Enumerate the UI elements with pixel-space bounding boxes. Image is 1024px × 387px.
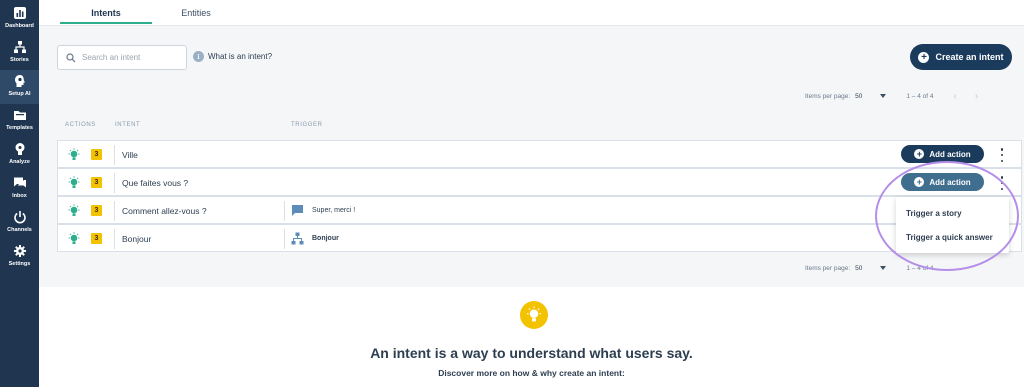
info-link-label: What is an intent? (208, 52, 273, 61)
table-row[interactable]: 3 Ville + Add action (57, 140, 1022, 168)
sidebar-item-label: Settings (8, 261, 31, 267)
items-per-page-label: Items per page: (805, 264, 851, 272)
search-icon (66, 52, 76, 62)
lightbulb-icon (68, 204, 80, 216)
head-icon (14, 75, 25, 87)
intent-info-section: An intent is a way to understand what us… (39, 287, 1024, 387)
info-icon: i (193, 51, 204, 62)
column-header-actions: ACTIONS (65, 122, 96, 128)
trigger-label[interactable]: Bonjour (312, 235, 339, 242)
sidebar-item-label: Setup AI (8, 91, 31, 97)
sidebar-item-setup-ai[interactable]: Setup AI (0, 70, 39, 104)
search-input[interactable] (82, 53, 182, 62)
lightbulb-icon (68, 232, 80, 244)
chevron-down-icon[interactable] (880, 266, 887, 270)
search-box[interactable] (57, 45, 187, 70)
lightbulb-icon (68, 176, 80, 188)
intent-name[interactable]: Comment allez-vous ? (122, 206, 207, 216)
sidebar-item-label: Inbox (12, 193, 27, 199)
sidebar-item-stories[interactable]: Stories (0, 36, 39, 70)
active-tab-indicator (60, 22, 152, 24)
create-intent-label: Create an intent (935, 52, 1004, 62)
sidebar-item-label: Stories (10, 57, 29, 63)
page-range: 1 – 4 of 4 (906, 92, 934, 100)
plus-icon: + (918, 51, 930, 63)
what-is-intent-link[interactable]: i What is an intent? (193, 51, 272, 62)
lightbulb-icon (520, 301, 548, 329)
intent-name[interactable]: Bonjour (122, 234, 151, 244)
table-row[interactable]: 3 Que faites vous ? + Add action (57, 168, 1022, 196)
highlight-circle (875, 161, 1019, 271)
items-per-page-select[interactable]: 50 (855, 265, 862, 272)
intent-name[interactable]: Ville (122, 150, 138, 160)
sidebar: Dashboard Stories Setup AI Templates Ana… (0, 0, 39, 387)
pagination-top: Items per page: 50 1 – 4 of 4 ‹ › (805, 91, 996, 102)
info-title: An intent is a way to understand what us… (370, 345, 693, 361)
count-badge: 3 (91, 233, 102, 244)
divider (114, 145, 115, 165)
divider (114, 201, 115, 221)
divider (284, 229, 285, 249)
divider (284, 201, 285, 221)
count-badge: 3 (91, 149, 102, 160)
sidebar-item-channels[interactable]: Channels (0, 206, 39, 240)
power-icon (13, 211, 26, 224)
gear-icon (13, 245, 26, 257)
stories-icon (13, 41, 26, 53)
items-per-page-select[interactable]: 50 (855, 93, 862, 100)
items-per-page-label: Items per page: (805, 92, 851, 100)
dashboard-icon (13, 7, 26, 19)
sidebar-item-label: Analyze (9, 159, 30, 165)
more-options-icon[interactable] (999, 148, 1005, 162)
tab-bar: Intents Entities (39, 0, 1024, 26)
bulb-icon (15, 143, 24, 155)
next-page-icon[interactable]: › (975, 91, 978, 102)
prev-page-icon[interactable]: ‹ (954, 91, 957, 102)
sidebar-item-templates[interactable]: Templates (0, 104, 39, 138)
trigger-label[interactable]: Super, merci ! (312, 207, 355, 214)
tab-entities[interactable]: Entities (163, 0, 229, 26)
chat-bubble-icon (292, 205, 303, 216)
create-intent-button[interactable]: + Create an intent (910, 44, 1012, 70)
sidebar-item-label: Channels (7, 227, 32, 233)
divider (114, 229, 115, 249)
count-badge: 3 (91, 177, 102, 188)
divider (114, 173, 115, 193)
sidebar-item-label: Templates (6, 125, 33, 131)
count-badge: 3 (91, 205, 102, 216)
chevron-down-icon[interactable] (880, 94, 887, 98)
sidebar-item-dashboard[interactable]: Dashboard (0, 2, 39, 36)
folder-icon (13, 111, 26, 120)
chat-icon (13, 177, 26, 188)
sidebar-item-settings[interactable]: Settings (0, 240, 39, 274)
sidebar-item-label: Dashboard (5, 23, 34, 29)
column-header-intent: INTENT (115, 122, 141, 128)
add-action-label: Add action (929, 149, 971, 159)
main-content: Intents Entities i What is an intent? + … (39, 0, 1024, 387)
sidebar-item-inbox[interactable]: Inbox (0, 172, 39, 206)
intent-name[interactable]: Que faites vous ? (122, 178, 188, 188)
info-subtitle: Discover more on how & why create an int… (438, 368, 625, 378)
sidebar-item-analyze[interactable]: Analyze (0, 138, 39, 172)
column-header-trigger: TRIGGER (291, 122, 323, 128)
sitemap-icon (291, 232, 304, 245)
lightbulb-icon (68, 148, 80, 160)
plus-icon: + (914, 149, 925, 159)
